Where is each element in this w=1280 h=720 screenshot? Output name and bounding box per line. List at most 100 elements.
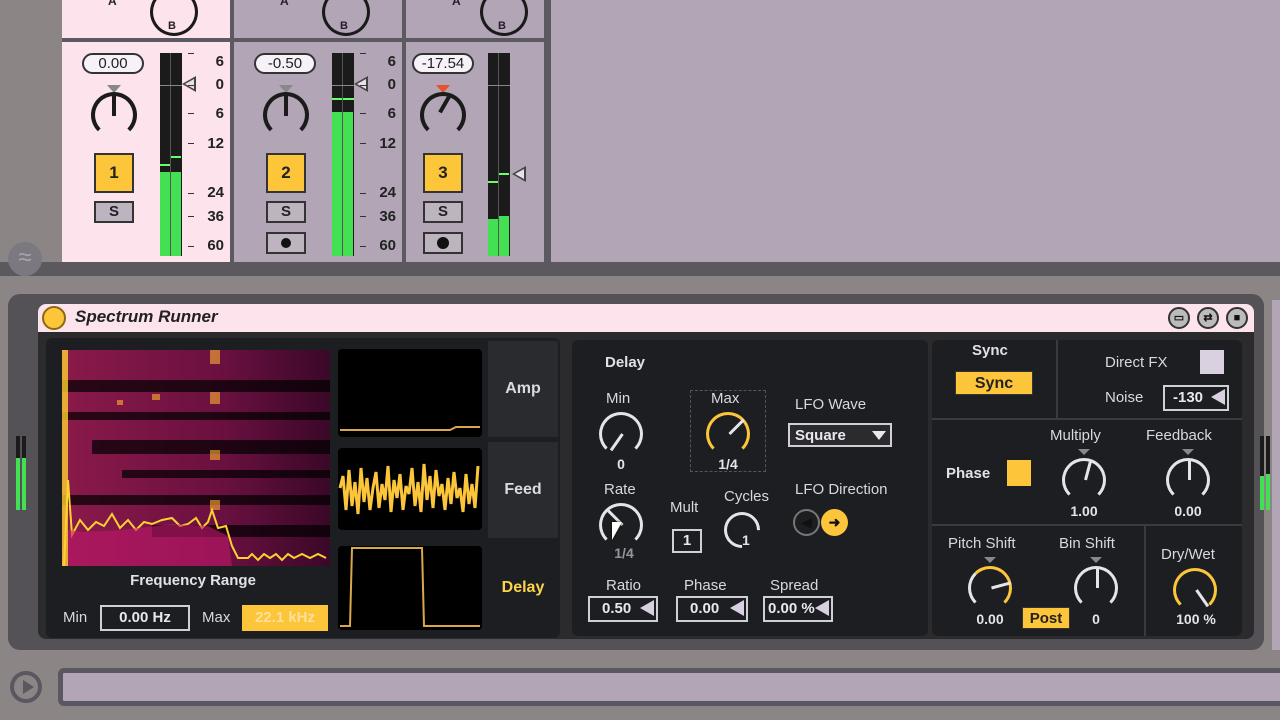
drag-handle-icon [730,600,744,616]
phase-value: 0.00 [690,600,720,617]
noise-field[interactable]: -130 [1163,385,1229,411]
drag-handle-icon [1211,389,1225,405]
lfo-wave-label: LFO Wave [795,396,867,413]
lfo-direction-left-button[interactable]: ◀ [793,509,820,536]
device-title-bar[interactable] [38,304,1254,332]
spread-label: Spread [770,577,819,594]
crossfader-b-label[interactable]: B [340,20,348,32]
track-strip-3[interactable]: A B -17.54 3 S [406,0,548,262]
delay-min-knob[interactable] [599,412,643,456]
tab-delay[interactable]: Delay [488,540,558,636]
bin-shift-knob[interactable] [1074,566,1118,610]
crossfader-a-label[interactable]: A [108,0,117,8]
delay-max-knob[interactable] [706,412,750,456]
solo-button[interactable]: S [94,201,134,223]
divider [1144,524,1146,636]
chain-output-meter [1258,436,1272,510]
feed-lfo-display [338,448,482,530]
pan-knob[interactable] [263,92,309,138]
max-label: Max [711,390,740,407]
meter-scale: 6 0 6 12 24 36 60 [188,53,228,258]
peak-marker [499,173,509,175]
volume-fader-handle[interactable] [512,166,526,182]
lfo-wave-dropdown[interactable]: Square [788,423,892,447]
delay-section-title: Delay [605,354,646,371]
meter-scale: 6 0 6 12 24 36 60 [360,53,400,258]
track-volume[interactable]: -0.50 [254,53,316,74]
mouse-cursor [612,522,622,540]
track-strip-1[interactable]: A B 0.00 1 S 6 0 6 12 24 36 60 [62,0,234,262]
hot-swap-icon[interactable]: ▭ [1168,307,1190,329]
divider [1056,340,1058,418]
map-icon[interactable]: ⇄ [1197,307,1219,329]
rate-label: Rate [604,481,636,498]
direct-fx-checkbox[interactable] [1200,350,1224,374]
mixer-empty-area [548,0,1280,262]
max-frequency-label: Max [202,609,231,626]
peak-marker [488,181,498,183]
default-marker [1182,449,1194,455]
crossfader-a-label[interactable]: A [452,0,461,8]
play-icon[interactable] [10,671,42,703]
pitch-shift-knob[interactable] [968,566,1012,610]
phase-field[interactable]: 0.00 [676,596,748,622]
crossfader-b-label[interactable]: B [498,20,506,32]
clip-overview-bar[interactable] [58,668,1280,706]
meter-right-channel [499,216,509,256]
default-marker [1078,449,1090,455]
track-strip-2[interactable]: A B -0.50 2 S 6 0 6 12 24 36 60 [234,0,406,262]
default-marker [1090,557,1102,563]
sync-button[interactable]: Sync [955,371,1033,395]
pitch-shift-label: Pitch Shift [948,535,1016,552]
pan-knob[interactable] [420,92,466,138]
chain-input-meter [14,436,28,510]
drag-handle-icon [640,600,654,616]
lfo-direction-right-button[interactable]: ➜ [821,509,848,536]
bin-shift-value: 0 [1092,611,1100,627]
dry-wet-value: 100 % [1176,611,1216,627]
crossfader-a-label[interactable]: A [280,0,289,8]
post-button[interactable]: Post [1022,607,1070,629]
sync-label: Sync [972,342,1008,359]
tab-amp[interactable]: Amp [488,341,558,437]
min-frequency-field[interactable]: 0.00 Hz [100,605,190,631]
save-preset-icon[interactable]: ■ [1226,307,1248,329]
peak-marker [160,164,170,166]
track-activator-button[interactable]: 3 [423,153,463,193]
tab-feed[interactable]: Feed [488,442,558,538]
cycles-label: Cycles [724,488,770,505]
mult-label: Mult [670,499,699,516]
meter-left-channel [160,172,170,256]
show-hide-icon[interactable]: ≈ [8,242,42,276]
crossfader-section: A B [406,0,544,42]
track-activator-button[interactable]: 1 [94,153,134,193]
solo-button[interactable]: S [266,201,306,223]
feedback-knob[interactable] [1166,458,1210,502]
dry-wet-label: Dry/Wet [1161,546,1215,563]
spectrogram-display[interactable] [62,350,330,566]
dry-wet-knob[interactable] [1173,568,1217,612]
ratio-field[interactable]: 0.50 [588,596,658,622]
max-frequency-field[interactable]: 22.1 kHz [242,605,328,631]
device-power-button[interactable] [42,306,66,330]
track-meter [488,53,510,256]
pan-knob[interactable] [91,92,137,138]
peak-marker [332,98,354,100]
mult-field[interactable]: 1 [672,529,702,553]
spread-value: 0.00 % [768,600,815,617]
record-icon [437,237,449,249]
record-arm-button[interactable] [423,232,463,254]
track-volume[interactable]: 0.00 [82,53,144,74]
crossfader-b-label[interactable]: B [168,20,176,32]
phase-toggle-checkbox[interactable] [1007,460,1031,486]
metronome-icon[interactable] [266,232,306,254]
device-title: Spectrum Runner [75,307,218,326]
delay-max-value: 1/4 [718,456,738,472]
track-activator-button[interactable]: 2 [266,153,306,193]
crossfader-section: A B [234,0,402,42]
multiply-knob[interactable] [1062,458,1106,502]
track-volume[interactable]: -17.54 [412,53,474,74]
spread-field[interactable]: 0.00 % [763,596,833,622]
divider [932,418,1242,420]
solo-button[interactable]: S [423,201,463,223]
